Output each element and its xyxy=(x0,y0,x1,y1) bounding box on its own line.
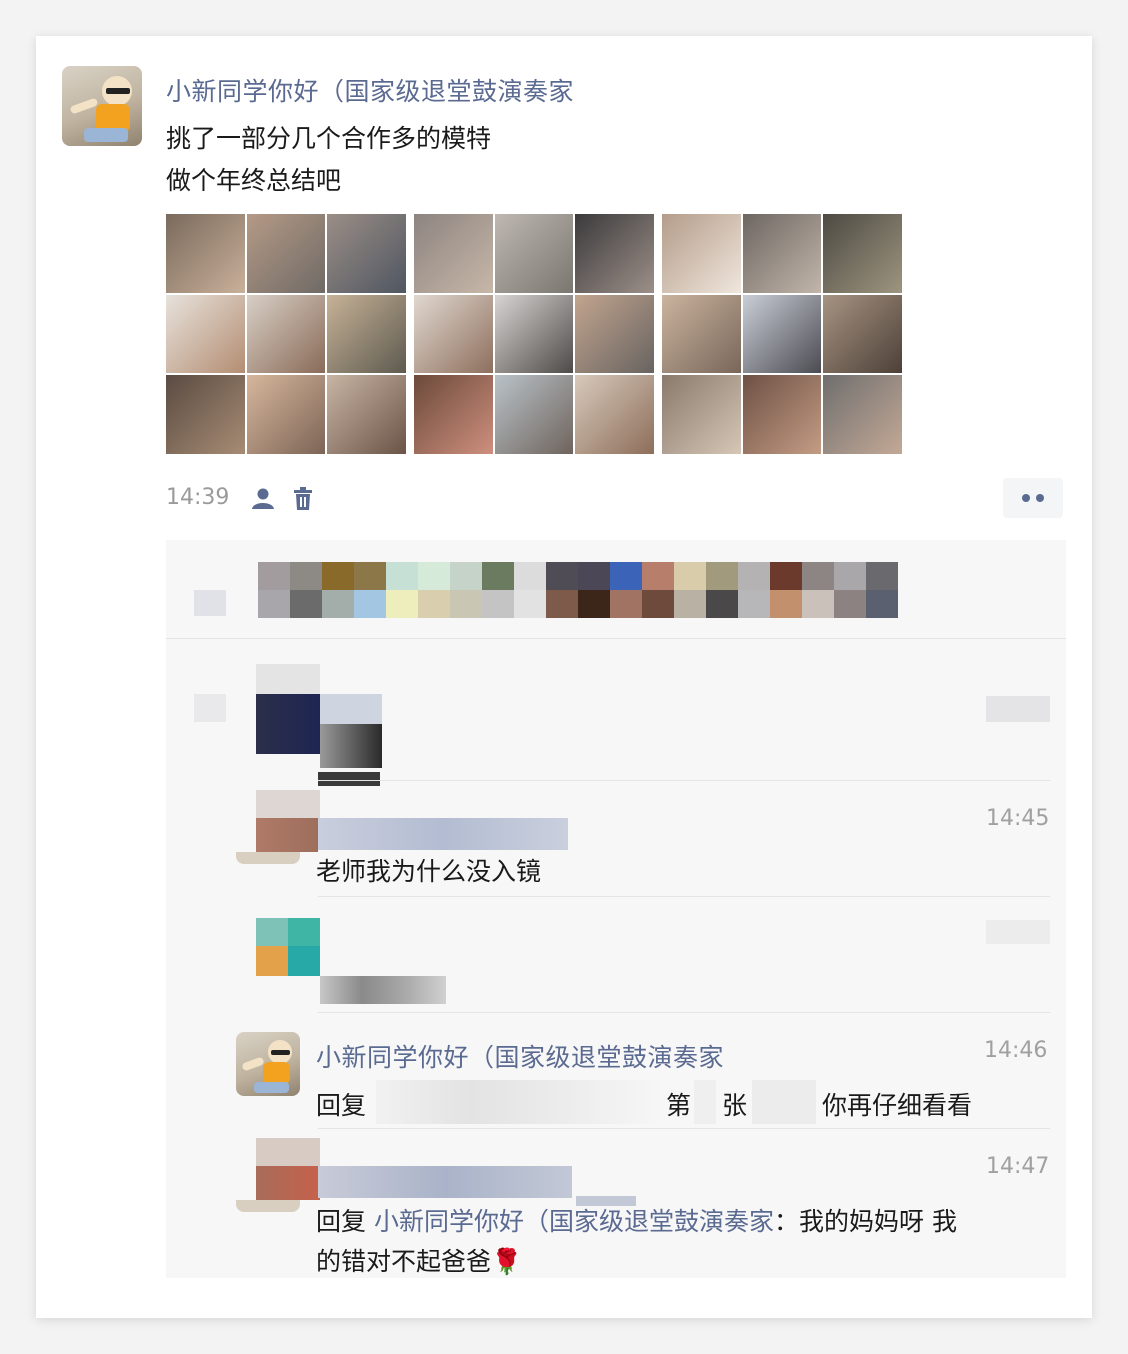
commenter-avatar-blur xyxy=(236,1200,300,1212)
post-image-3[interactable] xyxy=(662,214,902,454)
comment-text-blur xyxy=(320,724,382,768)
post-text: 挑了一部分几个合作多的模特 做个年终总结吧 xyxy=(166,118,491,202)
post-timestamp: 14:39 xyxy=(166,485,230,510)
comment-time-blur xyxy=(986,920,1050,944)
commenter-avatar-blur xyxy=(256,694,320,754)
commenter-avatar-blur xyxy=(256,818,318,852)
reply-text: 你再仔细看看 xyxy=(822,1091,973,1120)
reply-text-blur xyxy=(752,1080,816,1124)
post-image-1[interactable] xyxy=(166,214,406,454)
reply-text-blur xyxy=(694,1080,716,1124)
post-line-2: 做个年终总结吧 xyxy=(166,166,342,195)
post-line-1: 挑了一部分几个合作多的模特 xyxy=(166,124,492,153)
commenter-name-blur xyxy=(318,1166,572,1198)
reply-fragment: 第 xyxy=(666,1091,692,1120)
comment-text-blur xyxy=(320,694,382,724)
liked-avatars-row-2 xyxy=(258,590,898,618)
comment-divider xyxy=(318,896,1050,897)
reply-prefix: 回复 xyxy=(316,1091,367,1120)
likes-divider xyxy=(166,638,1066,639)
comment-divider xyxy=(318,1012,1050,1013)
reply-line-1: 回复 小新同学你好（国家级退堂鼓演奏家：我的妈妈呀 我 xyxy=(316,1202,957,1238)
reply-prefix: 回复 xyxy=(316,1207,367,1236)
comment-timestamp: 14:45 xyxy=(986,806,1050,831)
more-icon[interactable] xyxy=(1003,478,1063,518)
reply-separator: ： xyxy=(773,1207,799,1236)
commenter-avatar-blur xyxy=(288,918,320,946)
reply-line-2: 的错对不起爸爸🌹 xyxy=(316,1242,522,1278)
reply-target-blur xyxy=(376,1080,658,1124)
commenter-avatar-blur xyxy=(256,946,288,976)
reply-to-link[interactable]: 小新同学你好（国家级退堂鼓演奏家 xyxy=(374,1207,774,1236)
reply-fragment: 张 xyxy=(722,1091,748,1120)
comment-text-blur xyxy=(320,976,446,1004)
rose-emoji-icon: 🌹 xyxy=(491,1247,523,1276)
commenter-avatar-blur xyxy=(236,852,300,864)
commenter-avatar-blur xyxy=(256,790,320,818)
commenter-name-blur xyxy=(318,818,568,850)
commenter-avatar-blur xyxy=(256,1138,320,1166)
post-author-name[interactable]: 小新同学你好（国家级退堂鼓演奏家 xyxy=(166,72,574,108)
like-icon-blur xyxy=(194,590,226,616)
comment-time-blur xyxy=(986,696,1050,722)
commenter-avatar-blur xyxy=(288,946,320,976)
comment-text-blur xyxy=(318,772,380,786)
reply-author-name[interactable]: 小新同学你好（国家级退堂鼓演奏家 xyxy=(316,1038,724,1074)
comment-divider xyxy=(318,780,1050,781)
comment-text: 老师我为什么没入镜 xyxy=(316,857,542,886)
liked-avatars-row-1 xyxy=(258,562,898,590)
friends-visibility-icon[interactable] xyxy=(248,484,278,514)
commenter-avatar-blur xyxy=(256,1166,320,1200)
comment-timestamp: 14:47 xyxy=(986,1154,1050,1179)
reply-text: 的错对不起爸爸 xyxy=(316,1247,492,1276)
comment-icon-blur xyxy=(194,694,226,722)
reply-author-avatar[interactable] xyxy=(236,1032,300,1096)
comment-timestamp: 14:46 xyxy=(984,1038,1048,1063)
author-avatar[interactable] xyxy=(62,66,142,146)
post-image-2[interactable] xyxy=(414,214,654,454)
reply-text: 我的妈妈呀 我 xyxy=(799,1207,957,1236)
commenter-avatar-blur xyxy=(256,664,320,694)
trash-icon[interactable] xyxy=(288,484,318,514)
comment-divider xyxy=(318,1128,1050,1129)
commenter-avatar-blur xyxy=(256,918,288,946)
